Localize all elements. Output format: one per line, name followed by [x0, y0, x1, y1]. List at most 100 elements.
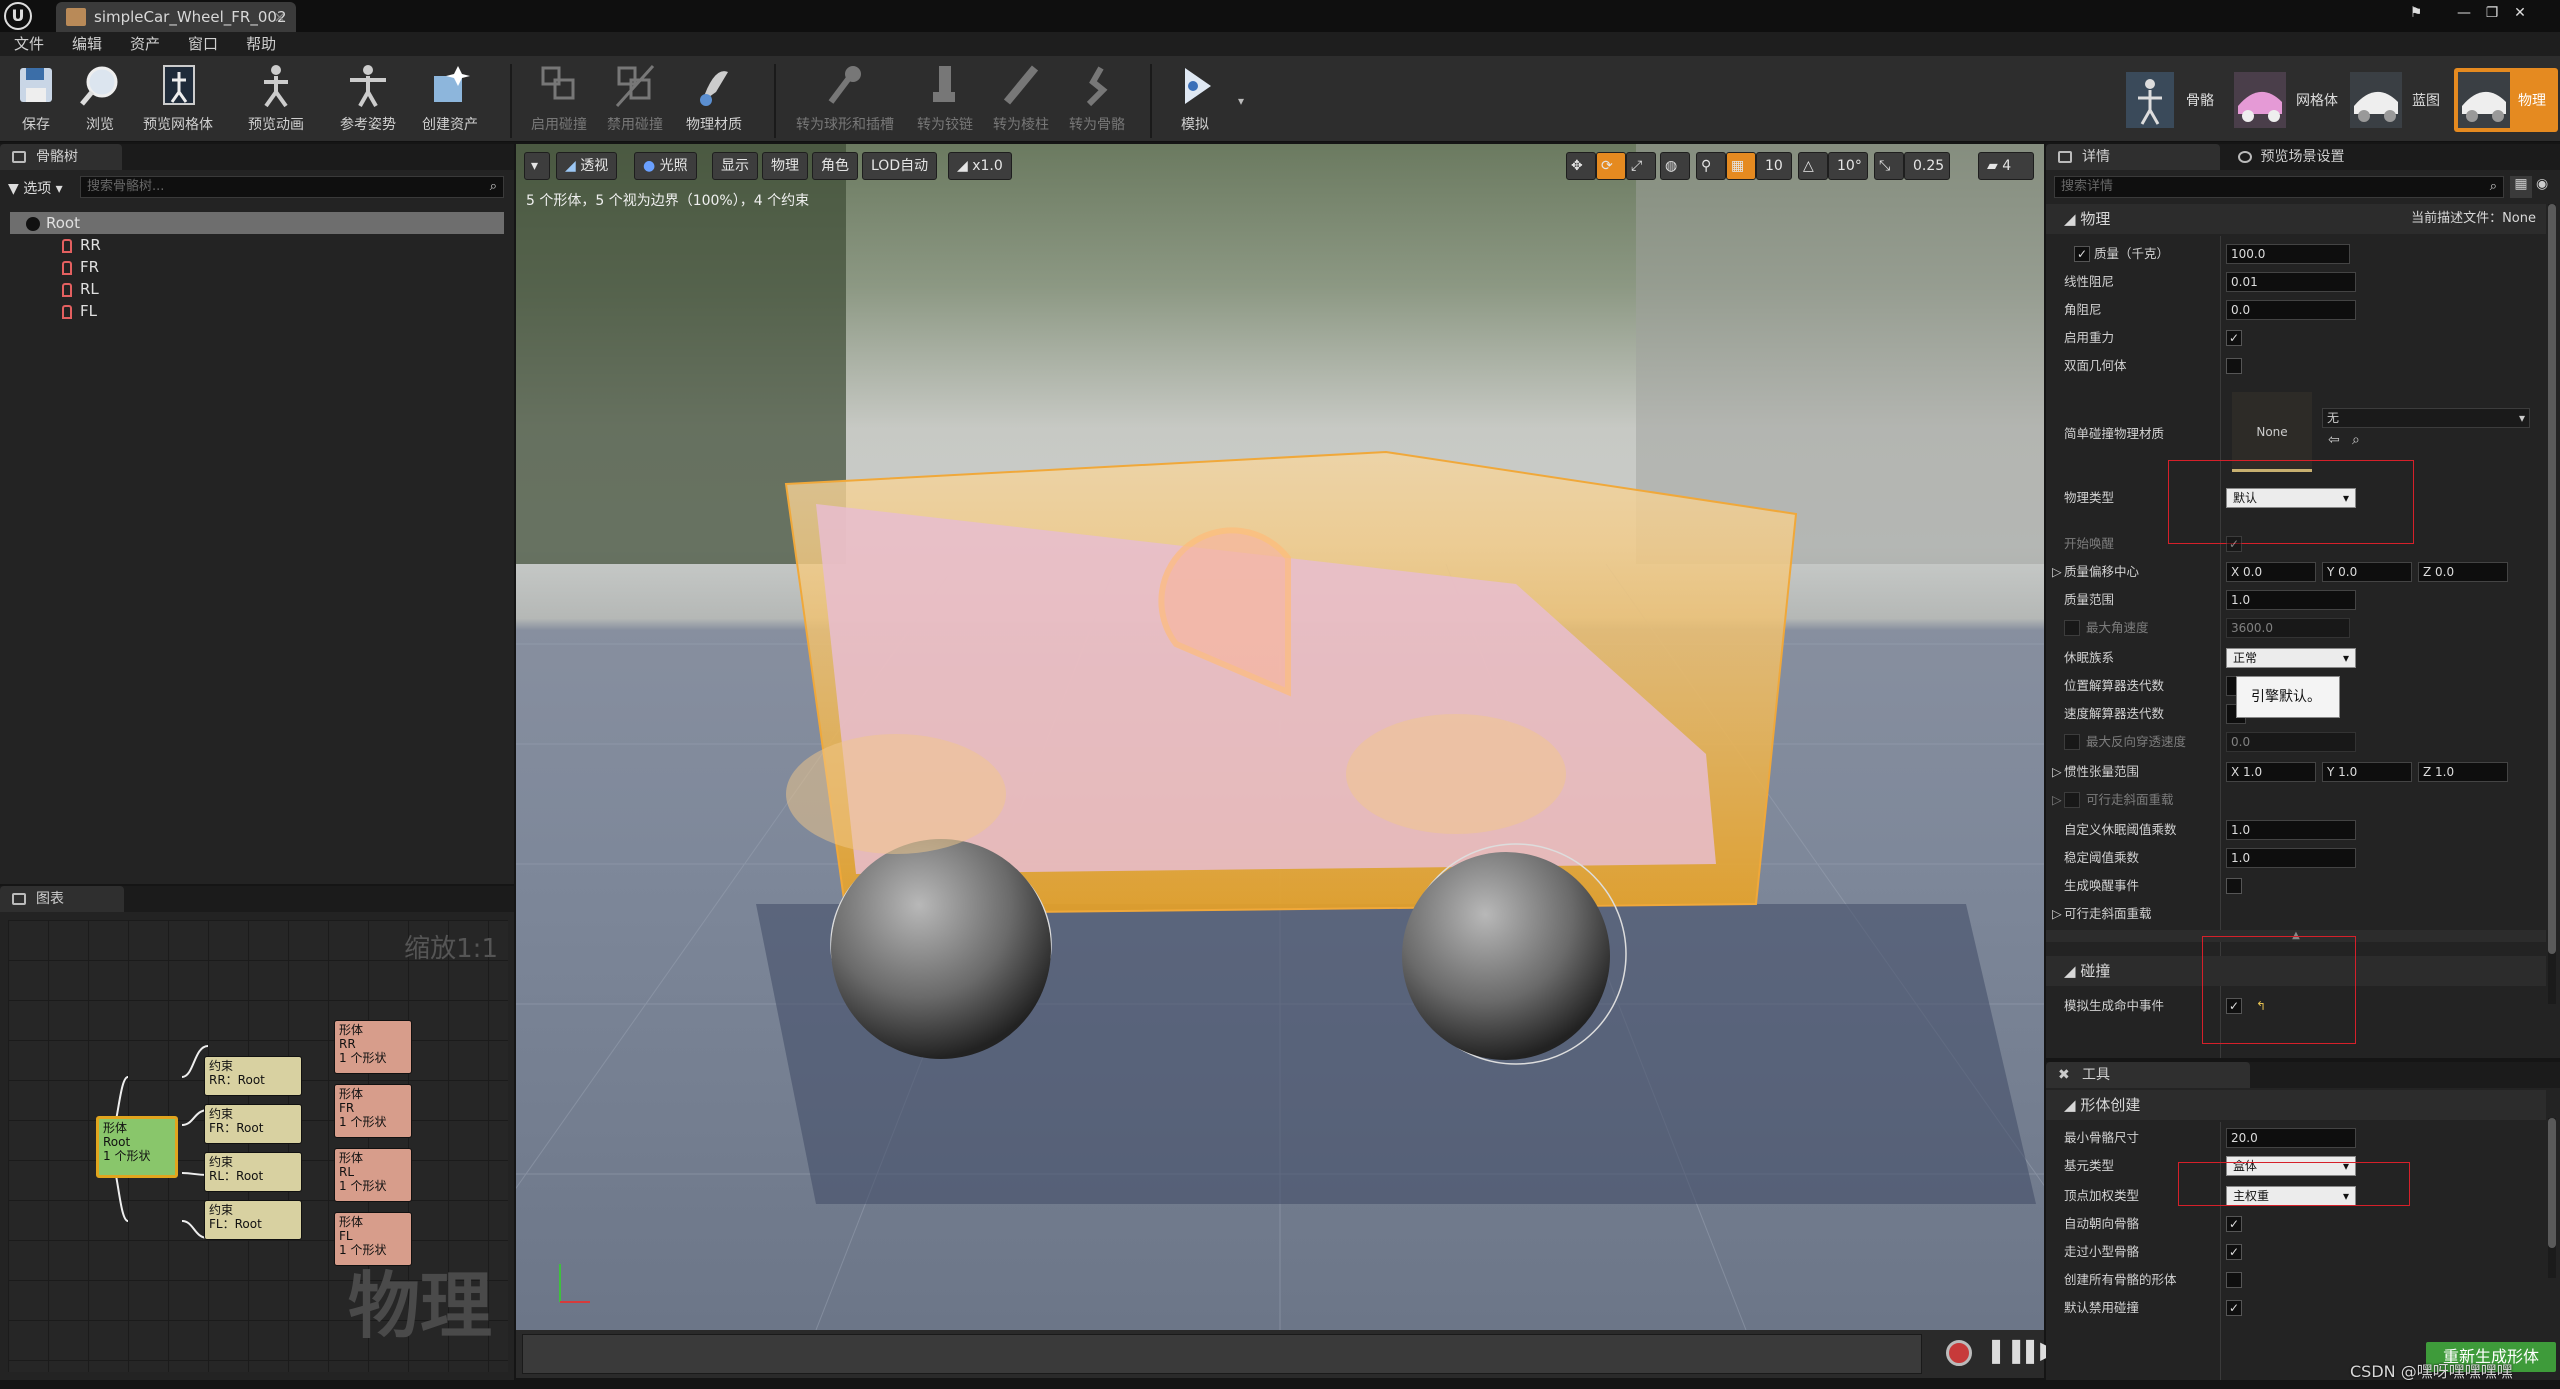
convert-prismatic-button[interactable]: 转为棱柱: [984, 62, 1058, 140]
menu-file[interactable]: 文件: [14, 32, 44, 56]
menu-edit[interactable]: 编辑: [72, 32, 102, 56]
scrollbar-thumb[interactable]: [2548, 1118, 2556, 1248]
tools-tab[interactable]: ✖ 工具: [2046, 1062, 2250, 1088]
use-selected-arrow-icon[interactable]: ⇦: [2328, 432, 2340, 448]
close-tab-icon[interactable]: ×: [273, 2, 286, 32]
expand-arrow-icon[interactable]: ▷: [2052, 786, 2062, 814]
physics-material-button[interactable]: 物理材质: [676, 62, 752, 140]
scale-snap-value[interactable]: 0.25: [1904, 152, 1950, 180]
auto-orient-checkbox[interactable]: ✓: [2226, 1216, 2242, 1232]
graph-node-constraint-rr[interactable]: 约束 RR：Root: [204, 1056, 302, 1096]
world-local-icon[interactable]: ◍: [1660, 152, 1690, 180]
mode-physics-button[interactable]: 物理: [2454, 68, 2558, 132]
surface-snap-icon[interactable]: ⚲: [1696, 152, 1726, 180]
linear-damping-input[interactable]: 0.01: [2226, 272, 2356, 292]
graph-node-body-rr[interactable]: 形体 RR 1 个形状: [334, 1020, 412, 1074]
walkable-override-checkbox[interactable]: [2064, 792, 2080, 808]
physics-view-button[interactable]: 物理: [762, 152, 808, 180]
grid-view-icon[interactable]: ▦: [2510, 176, 2532, 198]
graph-node-constraint-fr[interactable]: 约束 FR：Root: [204, 1104, 302, 1144]
viewport[interactable]: ▾ ◢ 透视 ● 光照 显示 物理 角色 LOD自动 ◢ x1.0 5 个形体，…: [516, 144, 2044, 1330]
eye-icon[interactable]: ◉: [2536, 176, 2558, 198]
lod-auto-button[interactable]: LOD自动: [862, 152, 938, 180]
viewport-options-button[interactable]: ▾: [524, 152, 550, 180]
graph-node-root-body[interactable]: 形体 Root 1 个形状: [96, 1116, 178, 1178]
graph-node-constraint-rl[interactable]: 约束 RL：Root: [204, 1152, 302, 1192]
skeleton-search-input[interactable]: 搜索骨骼树... ⌕: [80, 176, 504, 198]
com-z-input[interactable]: Z 0.0: [2418, 562, 2508, 582]
grid-snap-icon[interactable]: ▦: [1726, 152, 1756, 180]
graph-node-body-fr[interactable]: 形体 FR 1 个形状: [334, 1084, 412, 1138]
com-x-input[interactable]: X 0.0: [2226, 562, 2316, 582]
mass-override-checkbox[interactable]: ✓: [2074, 246, 2090, 262]
scale-snap-icon[interactable]: ⤡: [1874, 152, 1904, 180]
physics-graph[interactable]: 缩放1:1 物理 形体 Root 1 个形状 约束 RR：Root 约束 FR：Root…: [8, 920, 508, 1372]
walk-past-small-checkbox[interactable]: ✓: [2226, 1244, 2242, 1260]
rotate-icon[interactable]: ⟳: [1596, 152, 1626, 180]
details-search-input[interactable]: 搜索详情 ⌕: [2054, 176, 2504, 198]
skeleton-tree-tab[interactable]: 骨骼树: [0, 144, 122, 170]
simulate-button[interactable]: 模拟: [1160, 62, 1230, 140]
convert-skeletal-button[interactable]: 转为骨骼: [1060, 62, 1134, 140]
menu-help[interactable]: 帮助: [246, 32, 276, 56]
details-tab[interactable]: 详情: [2046, 144, 2220, 170]
rotation-snap-icon[interactable]: △: [1798, 152, 1828, 180]
sleep-family-dropdown[interactable]: 正常: [2226, 648, 2356, 668]
tools-scrollbar[interactable]: [2548, 1118, 2556, 1278]
mode-mesh-button[interactable]: 网格体: [2234, 72, 2344, 128]
com-y-input[interactable]: Y 0.0: [2322, 562, 2412, 582]
scrollbar-thumb[interactable]: [2548, 204, 2556, 954]
mass-input[interactable]: 100.0: [2226, 244, 2350, 264]
custom-sleep-input[interactable]: 1.0: [2226, 820, 2356, 840]
preview-scene-tab[interactable]: 预览场景设置: [2224, 144, 2344, 170]
create-all-bodies-checkbox[interactable]: [2226, 1272, 2242, 1288]
lighting-button[interactable]: ● 光照: [634, 152, 697, 180]
generate-wake-checkbox[interactable]: [2226, 878, 2242, 894]
bone-row-rl[interactable]: RL: [62, 278, 99, 300]
preview-anim-button[interactable]: 预览动画: [236, 62, 316, 140]
expand-arrow-icon[interactable]: ▷: [2052, 900, 2062, 928]
browse-button[interactable]: 浏览: [70, 62, 130, 140]
double-sided-checkbox[interactable]: [2226, 358, 2242, 374]
menu-window[interactable]: 窗口: [188, 32, 218, 56]
menu-asset[interactable]: 资产: [130, 32, 160, 56]
rotation-snap-value[interactable]: 10°: [1828, 152, 1868, 180]
bone-row-root[interactable]: Root: [26, 212, 80, 234]
camera-speed-button[interactable]: ▰ 4: [1978, 152, 2034, 180]
close-window-icon[interactable]: ✕: [2508, 2, 2532, 24]
mass-scale-input[interactable]: 1.0: [2226, 590, 2356, 610]
inertia-x-input[interactable]: X 1.0: [2226, 762, 2316, 782]
ref-pose-button[interactable]: 参考姿势: [330, 62, 406, 140]
browse-asset-icon[interactable]: ⌕: [2352, 432, 2360, 448]
convert-ball-button[interactable]: 转为球形和插槽: [790, 62, 900, 140]
inertia-z-input[interactable]: Z 1.0: [2418, 762, 2508, 782]
max-depenetration-input[interactable]: 0.0: [2226, 732, 2356, 752]
mode-blueprint-button[interactable]: 蓝图: [2350, 72, 2454, 128]
graph-node-body-fl[interactable]: 形体 FL 1 个形状: [334, 1212, 412, 1266]
max-angular-velocity-input[interactable]: 3600.0: [2226, 618, 2350, 638]
body-creation-category[interactable]: ◢ 形体创建: [2046, 1090, 2546, 1120]
details-scrollbar[interactable]: [2548, 204, 2556, 1004]
physics-category[interactable]: ◢ 物理 当前描述文件：None: [2046, 204, 2546, 234]
start-awake-checkbox[interactable]: ✓: [2226, 536, 2242, 552]
max-angular-override-checkbox[interactable]: [2064, 620, 2080, 636]
disable-collision-button[interactable]: 禁用碰撞: [598, 62, 672, 140]
enable-collision-button[interactable]: 启用碰撞: [522, 62, 596, 140]
simulate-dropdown-icon[interactable]: ▾: [1238, 94, 1244, 108]
bone-row-fr[interactable]: FR: [62, 256, 99, 278]
create-asset-button[interactable]: 创建资产: [410, 62, 490, 140]
inertia-y-input[interactable]: Y 1.0: [2322, 762, 2412, 782]
asset-tab[interactable]: simpleCar_Wheel_FR_002 ×: [56, 2, 296, 32]
scale-icon[interactable]: ⤢: [1626, 152, 1656, 180]
perspective-button[interactable]: ◢ 透视: [556, 152, 618, 180]
phys-material-select[interactable]: 无 ▾: [2322, 408, 2530, 428]
minimize-icon[interactable]: —: [2452, 2, 2476, 24]
bone-row-fl[interactable]: FL: [62, 300, 97, 322]
min-bone-size-input[interactable]: 20.0: [2226, 1128, 2356, 1148]
stabilization-input[interactable]: 1.0: [2226, 848, 2356, 868]
character-button[interactable]: 角色: [812, 152, 858, 180]
maximize-icon[interactable]: ❐: [2480, 2, 2504, 24]
max-depenetration-checkbox[interactable]: [2064, 734, 2080, 750]
graph-tab[interactable]: 图表: [0, 886, 124, 912]
feedback-icon[interactable]: ⚑: [2404, 2, 2428, 24]
